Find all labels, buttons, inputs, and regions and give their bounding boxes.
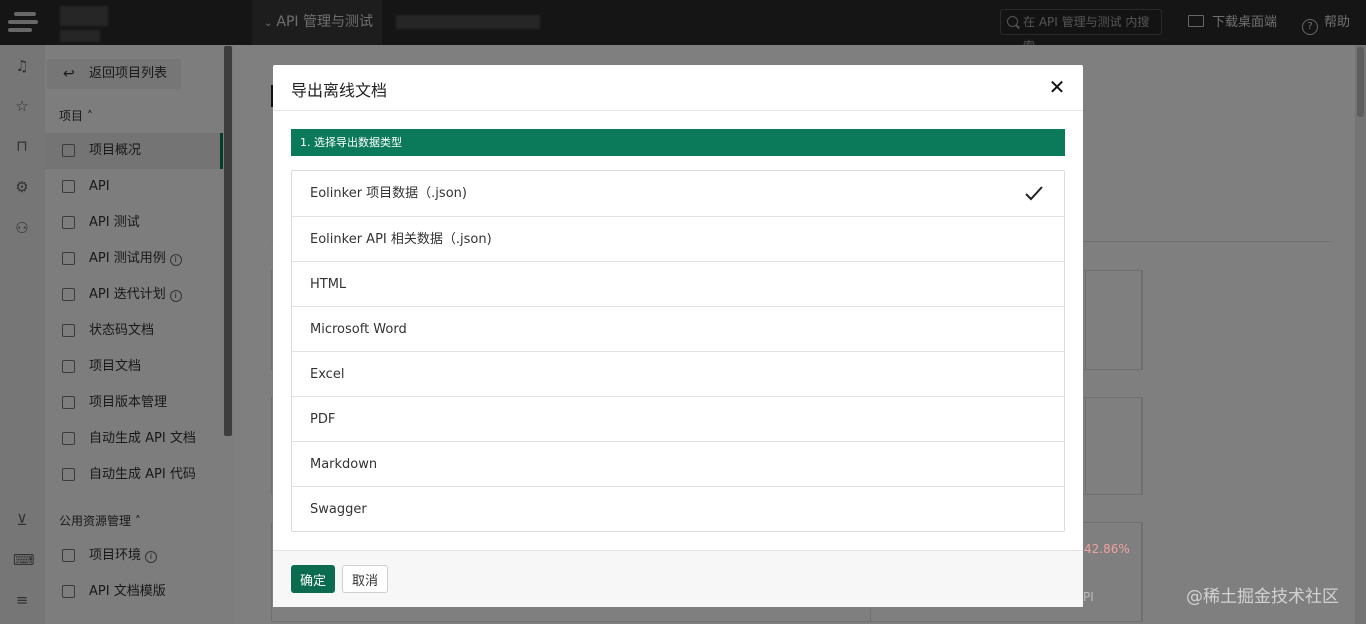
percent-value: 42.86% xyxy=(1084,542,1130,556)
option-excel[interactable]: Excel xyxy=(292,351,1064,396)
option-eolinker-project-json[interactable]: Eolinker 项目数据（.json) xyxy=(292,171,1064,216)
option-html[interactable]: HTML xyxy=(292,261,1064,306)
step-header: 1. 选择导出数据类型 xyxy=(291,129,1065,156)
option-microsoft-word[interactable]: Microsoft Word xyxy=(292,306,1064,351)
close-icon: ✕ xyxy=(1048,75,1066,99)
confirm-button[interactable]: 确定 xyxy=(291,565,335,593)
option-pdf[interactable]: PDF xyxy=(292,396,1064,441)
export-offline-docs-dialog: 导出离线文档 ✕ 1. 选择导出数据类型 Eolinker 项目数据（.json… xyxy=(273,65,1083,607)
option-markdown[interactable]: Markdown xyxy=(292,441,1064,486)
api-label-fragment: PI xyxy=(1083,590,1094,604)
dialog-footer: 确定 取消 xyxy=(273,550,1083,607)
check-icon xyxy=(1025,186,1043,201)
dialog-header: 导出离线文档 ✕ xyxy=(273,65,1083,111)
cancel-button[interactable]: 取消 xyxy=(342,565,388,593)
export-type-list: Eolinker 项目数据（.json) Eolinker API 相关数据（.… xyxy=(291,170,1065,532)
watermark: @稀土掘金技术社区 xyxy=(1186,587,1339,607)
close-button[interactable]: ✕ xyxy=(1045,75,1069,99)
dialog-title: 导出离线文档 xyxy=(291,81,388,100)
option-swagger[interactable]: Swagger xyxy=(292,486,1064,531)
option-eolinker-api-json[interactable]: Eolinker API 相关数据（.json) xyxy=(292,216,1064,261)
